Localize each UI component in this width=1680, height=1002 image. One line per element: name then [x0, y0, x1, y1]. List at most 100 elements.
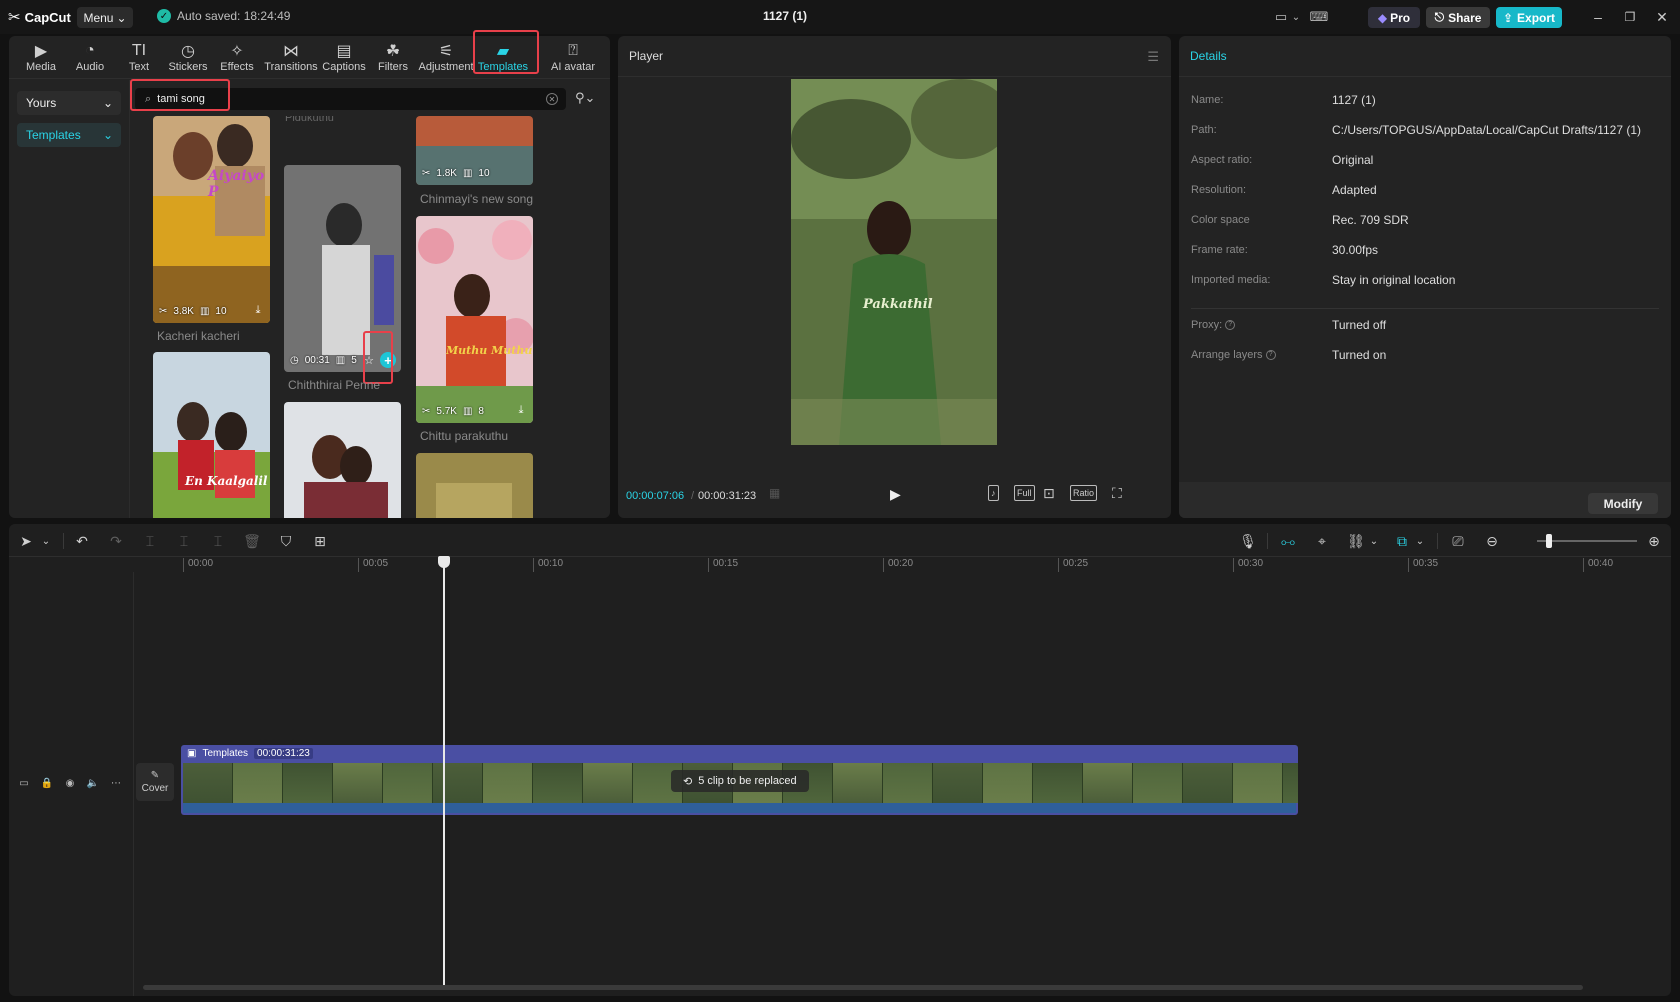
template-card[interactable]: Aiyaiyo P ✂ 3.8K ▥ 10 ⤓ [153, 116, 270, 323]
templates-tab-highlight [473, 30, 539, 74]
menu-lines-icon[interactable]: ☰ [1147, 49, 1159, 65]
more-icon[interactable]: ⋯ [109, 776, 123, 790]
zoom-slider[interactable] [1537, 540, 1637, 542]
download-icon[interactable]: ⤓ [251, 304, 265, 318]
share-button[interactable]: ⎋ Share [1426, 7, 1490, 28]
link-icon[interactable]: ⛓ [1347, 532, 1365, 550]
tab-audio[interactable]: ◔ Audio [64, 41, 116, 77]
tab-transitions[interactable]: ⋈ Transitions [260, 41, 322, 77]
template-uses: 3.8K [173, 306, 194, 317]
info-icon[interactable]: ? [1265, 350, 1276, 361]
split-right-icon[interactable]: ⌶ [209, 532, 227, 550]
track-type-icon[interactable]: ▭ [17, 776, 31, 790]
minimize-icon[interactable]: – [1588, 8, 1608, 26]
zoom-fit-icon[interactable]: ⊡ [1043, 485, 1055, 501]
template-clips: 8 [478, 406, 484, 417]
menu-button[interactable]: Menu ⌄ [77, 7, 133, 28]
redo-icon[interactable]: ↷ [107, 532, 125, 550]
zoom-out-icon[interactable]: ⊖ [1483, 532, 1501, 550]
speaker-icon[interactable]: 🔈 [86, 776, 100, 790]
template-overlay-title: Aiyaiyo P [208, 168, 265, 200]
template-card[interactable]: Muthu Muthu ✂ 5.7K ▥ 8 ⤓ [416, 216, 533, 423]
template-card[interactable] [416, 453, 533, 518]
cover-button[interactable]: ✎ Cover [136, 763, 174, 801]
delete-icon[interactable]: 🗑 [243, 532, 261, 550]
edit-pencil-icon: ✎ [150, 770, 160, 781]
eye-icon[interactable]: ◉ [63, 776, 77, 790]
uses-icon: ✂ [159, 306, 168, 317]
tab-filters[interactable]: ☘ Filters [367, 41, 419, 77]
tab-effects[interactable]: ✧ Effects [211, 41, 263, 77]
timeline-grid-icon[interactable]: ▦ [769, 485, 780, 501]
template-clip-icon: ▣ [187, 748, 197, 759]
playhead-handle[interactable] [438, 556, 450, 568]
detail-key: Imported media: [1191, 274, 1271, 286]
full-quality-button[interactable]: Full [1014, 485, 1035, 501]
auto-reframe-icon[interactable]: ⊞ [311, 532, 329, 550]
modify-button[interactable]: Modify [1588, 493, 1658, 514]
video-preview[interactable]: Pakkathil [791, 79, 997, 445]
preview-axis-icon[interactable]: ⧉ [1393, 532, 1411, 550]
detail-row-frame-rate: Frame rate: 30.00fps [1191, 243, 1661, 260]
ratio-button[interactable]: Ratio [1070, 485, 1098, 501]
tab-text[interactable]: TI Text [113, 41, 165, 77]
link-chevron-icon[interactable]: ⌄ [1365, 532, 1383, 550]
timeline-scrollbar[interactable] [143, 985, 1583, 990]
audio-sync-icon[interactable]: ♪ [988, 485, 999, 501]
shield-icon[interactable]: ⛉ [277, 532, 295, 550]
clock-icon: ◷ [290, 355, 299, 366]
select-cursor-icon[interactable]: ➤ [17, 532, 35, 550]
templates-dropdown[interactable]: Templates ⌄ [17, 123, 121, 147]
template-uses: 1.8K [436, 168, 457, 179]
export-button[interactable]: ⇪ Export [1496, 7, 1562, 28]
play-icon[interactable]: ▶ [890, 486, 901, 503]
fullscreen-icon[interactable]: ⛶ [1112, 485, 1122, 501]
details-title: Details [1190, 49, 1227, 63]
lock-icon[interactable]: 🔒 [40, 776, 54, 790]
yours-dropdown[interactable]: Yours ⌄ [17, 91, 121, 115]
tab-captions[interactable]: ▤ Captions [318, 41, 370, 77]
main-track-magnet-icon[interactable]: ⧟ [1279, 532, 1297, 550]
layout-icon[interactable]: ▭ [1270, 9, 1292, 25]
split-icon[interactable]: ⌶ [141, 532, 159, 550]
preview-chevron-icon[interactable]: ⌄ [1411, 532, 1429, 550]
cursor-chevron-icon[interactable]: ⌄ [37, 532, 55, 550]
template-card[interactable] [284, 402, 401, 518]
filter-icon[interactable]: ⚲⌄ [575, 90, 595, 106]
template-card[interactable]: ✂ 1.8K ▥ 10 [416, 116, 533, 185]
tab-media[interactable]: ▶ Media [15, 41, 67, 77]
undo-icon[interactable]: ↶ [73, 532, 91, 550]
zoom-slider-handle[interactable] [1546, 534, 1552, 548]
zoom-in-icon[interactable]: ⊕ [1645, 532, 1663, 550]
clear-search-icon[interactable]: ✕ [546, 93, 558, 105]
download-icon[interactable]: ⤓ [514, 404, 528, 418]
info-icon[interactable]: ? [1225, 320, 1236, 331]
template-clip[interactable]: ▣ Templates 00:00:31:23 ⟲ 5 clip to be r… [181, 745, 1298, 815]
caption-track-icon[interactable]: ⎚ [1449, 532, 1467, 550]
restore-icon[interactable]: ❐ [1620, 8, 1640, 26]
clip-audio-waveform [183, 803, 1296, 813]
detail-key: Resolution: [1191, 184, 1247, 196]
tab-stickers[interactable]: ◷ Stickers [162, 41, 214, 77]
playhead[interactable] [443, 557, 445, 989]
template-uses: 5.7K [436, 406, 457, 417]
tab-ai-avatar[interactable]: ⍰ AI avatar [545, 41, 601, 77]
details-section-divider [1191, 308, 1659, 309]
close-icon[interactable]: ✕ [1652, 8, 1672, 26]
replace-clips-badge[interactable]: ⟲ 5 clip to be replaced [671, 770, 809, 792]
replace-icon: ⟲ [683, 775, 693, 788]
microphone-icon[interactable]: 🎙 [1239, 532, 1257, 550]
template-card[interactable]: En Kaalgalil [153, 352, 270, 518]
keyboard-icon[interactable]: ⌨ [1308, 9, 1330, 25]
template-thumbnail [153, 352, 270, 518]
detail-value: Turned on [1332, 348, 1387, 362]
templates-label: Templates [26, 128, 81, 142]
total-time: 00:00:31:23 [698, 490, 757, 502]
pro-button[interactable]: ◆ Pro [1368, 7, 1420, 28]
tab-adjustment[interactable]: ⚟ Adjustment [416, 41, 476, 77]
capcut-logo-icon: ✂ [8, 9, 21, 26]
auto-snap-icon[interactable]: ⌖ [1313, 532, 1331, 550]
layout-chevron-icon[interactable]: ⌄ [1290, 9, 1302, 25]
split-left-icon[interactable]: ⌶ [175, 532, 193, 550]
tabs-divider [9, 78, 610, 79]
